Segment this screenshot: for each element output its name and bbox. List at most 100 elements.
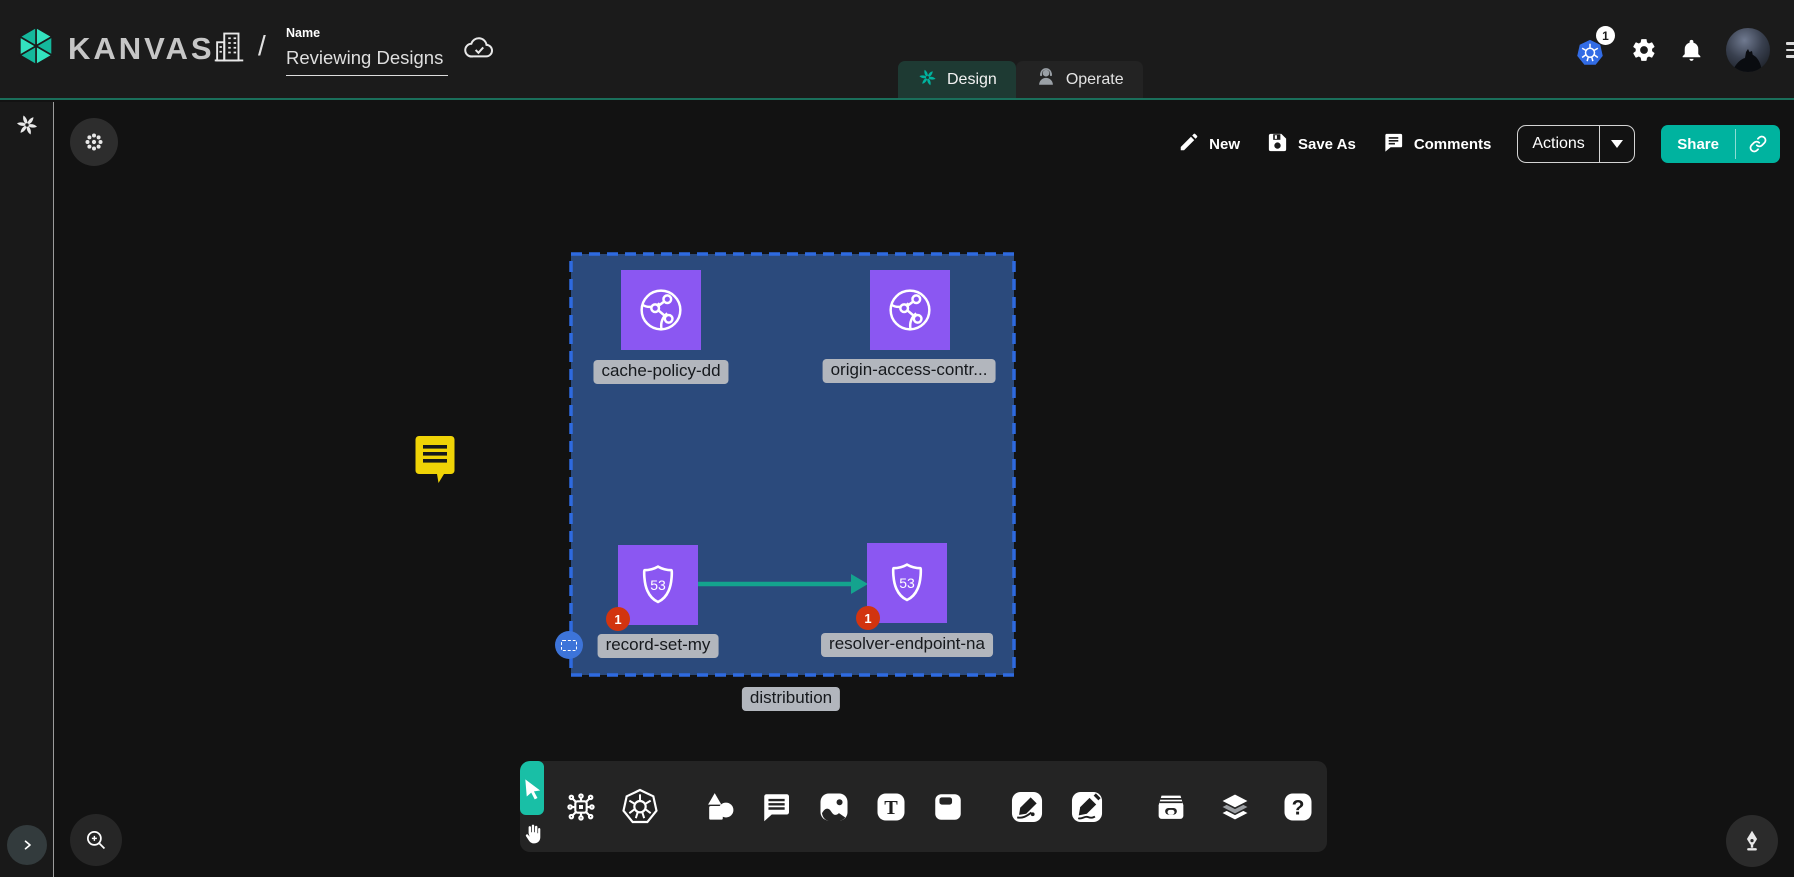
origin-access-globe-icon <box>883 283 937 337</box>
sidebar-expand-button[interactable] <box>7 825 47 865</box>
drawer-tool[interactable] <box>1152 788 1190 826</box>
note-card-icon <box>930 789 966 825</box>
brand[interactable]: KANVAS <box>14 24 215 73</box>
components-chip-tool[interactable] <box>564 790 598 824</box>
notifications-bell-button[interactable] <box>1679 38 1704 63</box>
design-action-bar: New Save As Comments Actions Share <box>1178 125 1780 163</box>
save-as-label: Save As <box>1298 136 1356 153</box>
text-tool[interactable]: T <box>873 789 909 825</box>
comment-bubble-icon <box>759 789 795 825</box>
header-right: 1 <box>1575 0 1794 100</box>
svg-text:T: T <box>884 797 898 819</box>
note-tool[interactable] <box>930 789 966 825</box>
kanvas-logo-icon <box>14 24 58 73</box>
node-label: cache-policy-dd <box>593 360 728 384</box>
help-tool[interactable]: ? <box>1280 789 1316 825</box>
new-label: New <box>1209 136 1240 153</box>
library-tools: ? <box>1128 761 1340 852</box>
pen-path-icon <box>1008 788 1046 826</box>
cloud-sync-icon <box>460 31 498 70</box>
design-tab-label: Design <box>947 71 997 89</box>
node-record-set[interactable]: 53 <box>618 545 698 625</box>
node-label: record-set-my <box>598 634 719 658</box>
route53-shield-icon: 53 <box>883 559 931 607</box>
image-icon <box>816 789 852 825</box>
comments-bubble-icon <box>1382 131 1405 158</box>
kubernetes-context-badge: 1 <box>1596 26 1615 45</box>
share-label: Share <box>1661 125 1735 163</box>
kubernetes-wheel-icon <box>620 787 660 827</box>
actions-dropdown-button[interactable]: Actions <box>1517 125 1635 163</box>
new-pencil-icon <box>1178 131 1200 157</box>
select-cursor-tool[interactable] <box>520 761 544 815</box>
shapes-icon <box>700 788 738 826</box>
organization-icon[interactable] <box>210 28 248 71</box>
group-selection-handle[interactable] <box>555 631 583 659</box>
design-name-field: Name <box>286 24 448 76</box>
layers-icon <box>1216 788 1254 826</box>
tab-operate[interactable]: Operate <box>1016 61 1143 98</box>
canvas-settings-fab[interactable] <box>70 118 118 166</box>
node-label: resolver-endpoint-na <box>821 633 993 657</box>
shapes-tool[interactable] <box>700 788 738 826</box>
comments-label: Comments <box>1414 136 1492 153</box>
pencil-scribble-icon <box>1068 788 1106 826</box>
left-sidebar <box>0 102 54 877</box>
operate-tab-label: Operate <box>1066 71 1124 89</box>
canvas-comment-marker[interactable] <box>414 434 456 484</box>
share-link-icon[interactable] <box>1736 125 1780 163</box>
dashed-rect-icon <box>561 640 577 651</box>
comments-button[interactable]: Comments <box>1382 131 1492 158</box>
comment-tool[interactable] <box>759 789 795 825</box>
design-tab-icon <box>917 67 938 93</box>
node-issue-badge[interactable]: 1 <box>856 606 880 630</box>
user-avatar[interactable] <box>1726 28 1770 72</box>
overflow-menu-icon[interactable] <box>1786 28 1794 72</box>
edge-arrow[interactable] <box>698 569 870 599</box>
annotation-tools: T <box>680 761 986 852</box>
pen-tool-fab[interactable] <box>1726 815 1778 867</box>
pan-hand-tool[interactable] <box>520 815 544 852</box>
tab-design[interactable]: Design <box>898 61 1016 98</box>
freehand-draw-tool[interactable] <box>1068 788 1106 826</box>
node-label: origin-access-contr... <box>823 359 996 383</box>
svg-text:?: ? <box>1292 796 1305 819</box>
design-name-input[interactable] <box>286 45 448 76</box>
group-label: distribution <box>742 687 840 711</box>
operate-tab-icon <box>1035 66 1057 93</box>
kubernetes-context-button[interactable]: 1 <box>1575 30 1609 70</box>
new-button[interactable]: New <box>1178 131 1240 157</box>
drawer-icon <box>1152 788 1190 826</box>
breadcrumb-slash: / <box>258 30 266 62</box>
node-origin-access-control[interactable] <box>870 270 950 350</box>
svg-text:53: 53 <box>650 577 666 593</box>
node-issue-badge[interactable]: 1 <box>606 607 630 631</box>
hand-icon <box>520 822 544 846</box>
infrastructure-tools <box>544 761 680 852</box>
mode-tabs: Design Operate <box>898 61 1143 98</box>
actions-caret-icon[interactable] <box>1600 126 1634 162</box>
settings-gear-button[interactable] <box>1631 37 1657 63</box>
share-button[interactable]: Share <box>1661 125 1780 163</box>
chip-icon <box>564 790 598 824</box>
save-as-button[interactable]: Save As <box>1266 131 1356 158</box>
bottom-toolbar: T <box>520 761 1327 852</box>
drawing-tools <box>986 761 1128 852</box>
node-cache-policy[interactable] <box>621 270 701 350</box>
app-header: KANVAS / Name <box>0 0 1794 100</box>
text-icon: T <box>873 789 909 825</box>
pointer-tools-column <box>520 761 544 852</box>
help-icon: ? <box>1280 789 1316 825</box>
route53-shield-icon: 53 <box>634 561 682 609</box>
cloudfront-globe-icon <box>634 283 688 337</box>
node-resolver-endpoint[interactable]: 53 <box>867 543 947 623</box>
svg-text:53: 53 <box>899 575 915 591</box>
edge-pen-tool[interactable] <box>1008 788 1046 826</box>
kubernetes-tool[interactable] <box>620 787 660 827</box>
design-name-label: Name <box>286 26 320 40</box>
brand-name: KANVAS <box>68 31 215 67</box>
layers-tool[interactable] <box>1216 788 1254 826</box>
image-tool[interactable] <box>816 789 852 825</box>
actions-label: Actions <box>1518 126 1598 162</box>
zoom-in-fab[interactable] <box>70 814 122 866</box>
